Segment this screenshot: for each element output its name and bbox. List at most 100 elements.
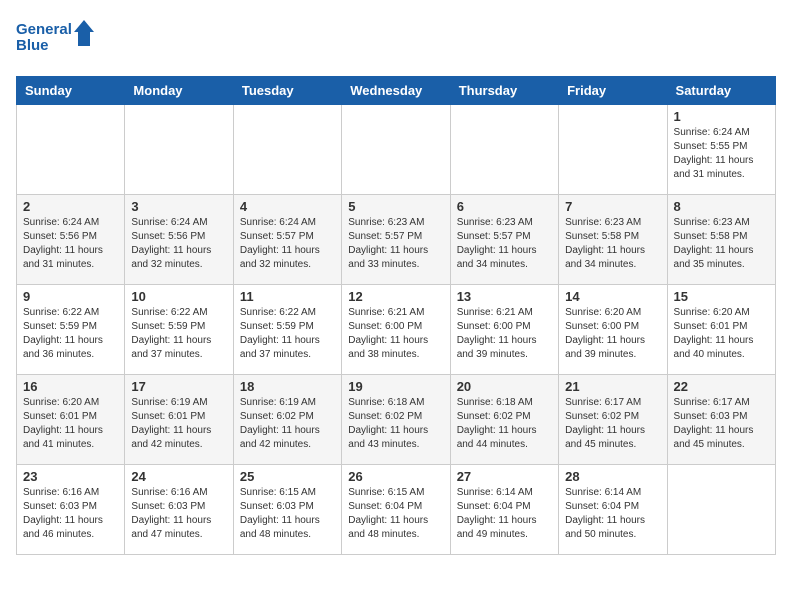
day-number: 4 [240,199,335,214]
day-info: Sunrise: 6:23 AM Sunset: 5:57 PM Dayligh… [457,216,552,272]
calendar-day-header: Thursday [450,77,558,105]
calendar-cell: 17 Sunrise: 6:19 AM Sunset: 6:01 PM Dayli… [125,375,233,465]
day-info: Sunrise: 6:24 AM Sunset: 5:56 PM Dayligh… [23,216,118,272]
calendar-week-row: 2 Sunrise: 6:24 AM Sunset: 5:56 PM Daylig… [17,195,776,285]
calendar-week-row: 9 Sunrise: 6:22 AM Sunset: 5:59 PM Daylig… [17,285,776,375]
calendar-week-row: 16 Sunrise: 6:20 AM Sunset: 6:01 PM Dayli… [17,375,776,465]
day-info: Sunrise: 6:23 AM Sunset: 5:57 PM Dayligh… [348,216,443,272]
day-number: 2 [23,199,118,214]
calendar-day-header: Friday [559,77,667,105]
day-info: Sunrise: 6:22 AM Sunset: 5:59 PM Dayligh… [131,306,226,362]
calendar-cell: 9 Sunrise: 6:22 AM Sunset: 5:59 PM Daylig… [17,285,125,375]
day-number: 6 [457,199,552,214]
day-info: Sunrise: 6:18 AM Sunset: 6:02 PM Dayligh… [457,396,552,452]
calendar-cell [667,465,775,555]
calendar-week-row: 23Sunrise: 6:16 AM Sunset: 6:03 PM Dayli… [17,465,776,555]
day-number: 24 [131,469,226,484]
day-number: 17 [131,379,226,394]
calendar-week-row: 1 Sunrise: 6:24 AM Sunset: 5:55 PM Daylig… [17,105,776,195]
day-info: Sunrise: 6:14 AM Sunset: 6:04 PM Dayligh… [565,486,660,542]
calendar-cell: 19 Sunrise: 6:18 AM Sunset: 6:02 PM Dayli… [342,375,450,465]
day-number: 15 [674,289,769,304]
day-info: Sunrise: 6:23 AM Sunset: 5:58 PM Dayligh… [565,216,660,272]
day-info: Sunrise: 6:17 AM Sunset: 6:02 PM Dayligh… [565,396,660,452]
calendar-day-header: Monday [125,77,233,105]
day-info: Sunrise: 6:19 AM Sunset: 6:01 PM Dayligh… [131,396,226,452]
day-info: Sunrise: 6:23 AM Sunset: 5:58 PM Dayligh… [674,216,769,272]
day-number: 26 [348,469,443,484]
day-number: 28 [565,469,660,484]
calendar-cell: 24 Sunrise: 6:16 AM Sunset: 6:03 PM Dayli… [125,465,233,555]
day-info: Sunrise: 6:21 AM Sunset: 6:00 PM Dayligh… [457,306,552,362]
calendar-cell: 23Sunrise: 6:16 AM Sunset: 6:03 PM Dayli… [17,465,125,555]
day-info: Sunrise: 6:14 AM Sunset: 6:04 PM Dayligh… [457,486,552,542]
day-info: Sunrise: 6:21 AM Sunset: 6:00 PM Dayligh… [348,306,443,362]
day-info: Sunrise: 6:15 AM Sunset: 6:04 PM Dayligh… [348,486,443,542]
calendar-cell [342,105,450,195]
day-info: Sunrise: 6:16 AM Sunset: 6:03 PM Dayligh… [131,486,226,542]
day-number: 12 [348,289,443,304]
svg-text:General: General [16,21,72,38]
calendar-cell: 14Sunrise: 6:20 AM Sunset: 6:00 PM Dayli… [559,285,667,375]
calendar-cell: 26 Sunrise: 6:15 AM Sunset: 6:04 PM Dayli… [342,465,450,555]
calendar-cell: 13 Sunrise: 6:21 AM Sunset: 6:00 PM Dayli… [450,285,558,375]
day-info: Sunrise: 6:24 AM Sunset: 5:55 PM Dayligh… [674,126,769,182]
calendar-cell: 25 Sunrise: 6:15 AM Sunset: 6:03 PM Dayli… [233,465,341,555]
calendar-cell: 3Sunrise: 6:24 AM Sunset: 5:56 PM Daylig… [125,195,233,285]
logo-svg: General Blue [16,16,96,64]
calendar-cell: 6 Sunrise: 6:23 AM Sunset: 5:57 PM Daylig… [450,195,558,285]
calendar-cell: 10Sunrise: 6:22 AM Sunset: 5:59 PM Dayli… [125,285,233,375]
day-number: 5 [348,199,443,214]
calendar-cell: 2 Sunrise: 6:24 AM Sunset: 5:56 PM Daylig… [17,195,125,285]
calendar-cell: 7 Sunrise: 6:23 AM Sunset: 5:58 PM Daylig… [559,195,667,285]
day-number: 14 [565,289,660,304]
svg-text:Blue: Blue [16,37,49,54]
day-info: Sunrise: 6:18 AM Sunset: 6:02 PM Dayligh… [348,396,443,452]
day-info: Sunrise: 6:22 AM Sunset: 5:59 PM Dayligh… [23,306,118,362]
calendar-cell: 27 Sunrise: 6:14 AM Sunset: 6:04 PM Dayli… [450,465,558,555]
day-number: 27 [457,469,552,484]
calendar-cell: 22 Sunrise: 6:17 AM Sunset: 6:03 PM Dayli… [667,375,775,465]
day-info: Sunrise: 6:22 AM Sunset: 5:59 PM Dayligh… [240,306,335,362]
calendar-cell: 16 Sunrise: 6:20 AM Sunset: 6:01 PM Dayli… [17,375,125,465]
day-info: Sunrise: 6:19 AM Sunset: 6:02 PM Dayligh… [240,396,335,452]
day-number: 8 [674,199,769,214]
day-number: 1 [674,109,769,124]
day-number: 20 [457,379,552,394]
calendar-day-header: Tuesday [233,77,341,105]
calendar-cell: 28 Sunrise: 6:14 AM Sunset: 6:04 PM Dayli… [559,465,667,555]
calendar-cell: 1 Sunrise: 6:24 AM Sunset: 5:55 PM Daylig… [667,105,775,195]
calendar-day-header: Sunday [17,77,125,105]
calendar-cell: 4 Sunrise: 6:24 AM Sunset: 5:57 PM Daylig… [233,195,341,285]
calendar-cell: 8 Sunrise: 6:23 AM Sunset: 5:58 PM Daylig… [667,195,775,285]
day-number: 25 [240,469,335,484]
day-info: Sunrise: 6:20 AM Sunset: 6:01 PM Dayligh… [23,396,118,452]
calendar-cell: 11 Sunrise: 6:22 AM Sunset: 5:59 PM Dayli… [233,285,341,375]
day-info: Sunrise: 6:20 AM Sunset: 6:01 PM Dayligh… [674,306,769,362]
calendar-cell: 5 Sunrise: 6:23 AM Sunset: 5:57 PM Daylig… [342,195,450,285]
day-number: 19 [348,379,443,394]
day-number: 9 [23,289,118,304]
day-info: Sunrise: 6:16 AM Sunset: 6:03 PM Dayligh… [23,486,118,542]
calendar-cell [233,105,341,195]
calendar-cell [450,105,558,195]
calendar-header-row: SundayMondayTuesdayWednesdayThursdayFrid… [17,77,776,105]
calendar-cell [17,105,125,195]
calendar-cell [559,105,667,195]
calendar-day-header: Saturday [667,77,775,105]
day-info: Sunrise: 6:15 AM Sunset: 6:03 PM Dayligh… [240,486,335,542]
day-number: 22 [674,379,769,394]
day-info: Sunrise: 6:24 AM Sunset: 5:57 PM Dayligh… [240,216,335,272]
calendar-cell: 15 Sunrise: 6:20 AM Sunset: 6:01 PM Dayli… [667,285,775,375]
day-number: 21 [565,379,660,394]
calendar-day-header: Wednesday [342,77,450,105]
day-number: 18 [240,379,335,394]
calendar-cell [125,105,233,195]
day-number: 3 [131,199,226,214]
calendar-table: SundayMondayTuesdayWednesdayThursdayFrid… [16,76,776,555]
day-number: 16 [23,379,118,394]
day-number: 13 [457,289,552,304]
day-info: Sunrise: 6:17 AM Sunset: 6:03 PM Dayligh… [674,396,769,452]
day-number: 7 [565,199,660,214]
day-number: 11 [240,289,335,304]
